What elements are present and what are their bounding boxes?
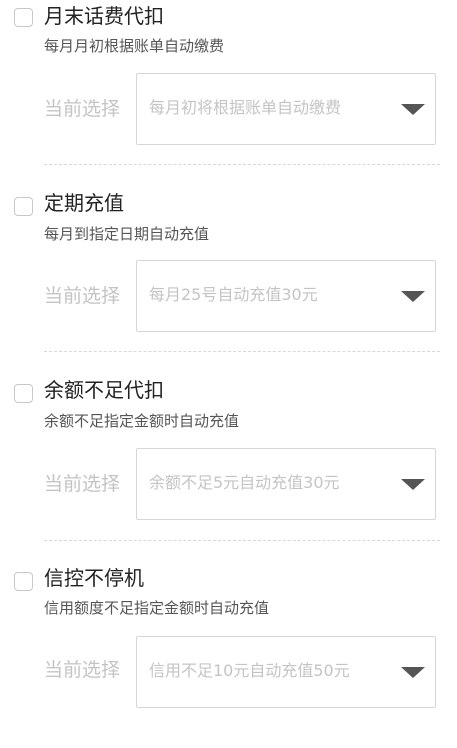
current-selection-label: 当前选择 (44, 98, 121, 120)
select-value: 每月初将根据账单自动缴费 (149, 98, 342, 117)
option-title: 月末话费代扣 (44, 4, 164, 28)
option-low-balance-deduction: 余额不足代扣 余额不足指定金额时自动充值 当前选择 余额不足5元自动充值30元 (0, 374, 457, 561)
option-credit-no-suspension: 信控不停机 信用额度不足指定金额时自动充值 当前选择 信用不足10元自动充值50… (0, 561, 457, 748)
select-value: 每月25号自动充值30元 (149, 285, 318, 304)
chevron-down-icon (401, 479, 425, 490)
option-select[interactable]: 余额不足5元自动充值30元 (136, 448, 436, 520)
option-checkbox[interactable] (14, 197, 33, 216)
select-value: 余额不足5元自动充值30元 (149, 473, 340, 492)
option-description: 信用额度不足指定金额时自动充值 (44, 599, 270, 617)
chevron-down-icon (401, 667, 425, 678)
option-select[interactable]: 信用不足10元自动充值50元 (136, 636, 436, 708)
option-select[interactable]: 每月25号自动充值30元 (136, 260, 436, 332)
section-divider (44, 351, 440, 352)
option-title: 余额不足代扣 (44, 378, 164, 402)
select-value: 信用不足10元自动充值50元 (149, 661, 350, 680)
option-monthly-bill-deduction: 月末话费代扣 每月月初根据账单自动缴费 当前选择 每月初将根据账单自动缴费 (0, 0, 457, 187)
current-selection-label: 当前选择 (44, 285, 121, 307)
option-checkbox[interactable] (14, 572, 33, 591)
current-selection-label: 当前选择 (44, 473, 121, 495)
section-divider (44, 164, 440, 165)
chevron-down-icon (401, 104, 425, 115)
current-selection-label: 当前选择 (44, 659, 121, 681)
option-description: 每月月初根据账单自动缴费 (44, 37, 225, 55)
option-description: 余额不足指定金额时自动充值 (44, 412, 240, 430)
option-scheduled-recharge: 定期充值 每月到指定日期自动充值 当前选择 每月25号自动充值30元 (0, 187, 457, 374)
chevron-down-icon (401, 291, 425, 302)
section-divider (44, 540, 440, 541)
option-description: 每月到指定日期自动充值 (44, 225, 210, 243)
option-title: 信控不停机 (44, 566, 144, 590)
option-select[interactable]: 每月初将根据账单自动缴费 (136, 73, 436, 145)
option-title: 定期充值 (44, 191, 124, 215)
option-checkbox[interactable] (14, 384, 33, 403)
option-checkbox[interactable] (14, 8, 33, 27)
